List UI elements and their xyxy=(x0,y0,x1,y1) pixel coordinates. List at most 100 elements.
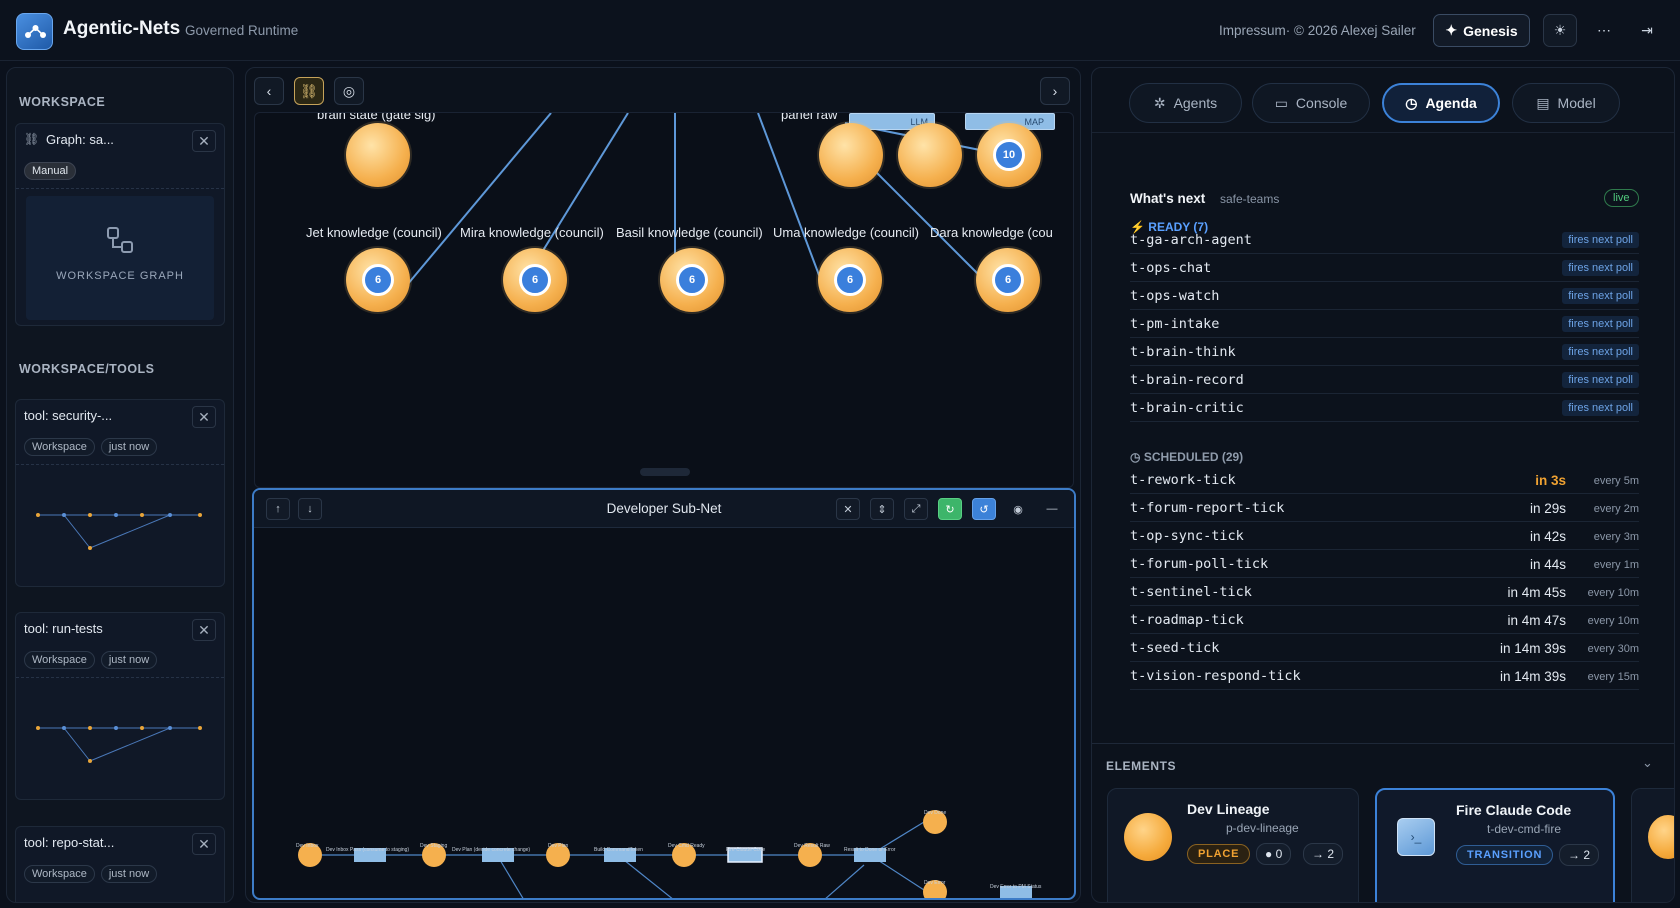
element-name: Fire Claude Code xyxy=(1456,802,1572,818)
fires-badge: fires next poll xyxy=(1562,344,1639,360)
tool-card[interactable]: tool: security-... ✕ Workspace just now xyxy=(15,399,225,587)
agenda-row[interactable]: t-sentinel-tick in 4m 45s every 10m xyxy=(1130,578,1639,606)
impressum-link[interactable]: Impressum· © 2026 Alexej Sailer xyxy=(1219,23,1416,38)
token-count: 6 xyxy=(362,264,394,296)
agenda-row[interactable]: t-forum-report-tick in 29s every 2m xyxy=(1130,494,1639,522)
right-panel: ✲ Agents ▭ Console ◷ Agenda ▤ Model What's n… xyxy=(1091,67,1675,903)
next-fire-time: in 29s xyxy=(1529,501,1566,516)
interval: every 10m xyxy=(1587,587,1639,599)
tab-model[interactable]: ▤ Model xyxy=(1512,83,1620,123)
agenda-row[interactable]: t-seed-tick in 14m 39s every 30m xyxy=(1130,634,1639,662)
agenda-row[interactable]: t-vision-respond-tick in 14m 39s every 15m xyxy=(1130,662,1639,690)
agenda-row[interactable]: t-op-sync-tick in 42s every 3m xyxy=(1130,522,1639,550)
place-node[interactable]: 6 xyxy=(818,248,882,312)
forward-button[interactable]: › xyxy=(1040,77,1070,105)
subnet-mini-graph xyxy=(298,810,1032,898)
graph-card-title: Graph: sa... xyxy=(46,132,114,147)
mini-label: Dev Plan xyxy=(548,843,569,849)
genesis-button[interactable]: ✦ Genesis xyxy=(1433,14,1530,47)
sun-icon: ☀ xyxy=(1553,22,1567,38)
logout-button[interactable]: ⇥ xyxy=(1630,14,1664,47)
place-node[interactable] xyxy=(346,123,410,187)
place-label: panel raw xyxy=(781,112,838,122)
tool-card[interactable]: tool: repo-stat... ✕ Workspace just now xyxy=(15,826,225,902)
interval: every 1m xyxy=(1593,559,1639,571)
place-node[interactable]: 10 xyxy=(977,123,1041,187)
place-node[interactable] xyxy=(898,123,962,187)
agenda-row[interactable]: t-forum-poll-tick in 44s every 1m xyxy=(1130,550,1639,578)
element-id: t-dev-cmd-fire xyxy=(1487,822,1562,836)
transition-name: t-op-sync-tick xyxy=(1130,527,1244,544)
expand-vertical-button[interactable]: ⇕ xyxy=(870,498,894,520)
net-canvas[interactable]: brain state (gate sig) panel raw LLM MAP… xyxy=(254,112,1074,488)
mini-label: Dev Error to PM Status xyxy=(990,884,1042,890)
workspace-graph-label: WORKSPACE GRAPH xyxy=(56,270,184,282)
place-node[interactable]: 6 xyxy=(976,248,1040,312)
workspace-graph-card[interactable]: ⛓ Graph: sa... ✕ Manual WORKSPACE GRAPH xyxy=(15,123,225,326)
mini-label: Dev Done xyxy=(924,810,947,816)
mini-label: Dev Plan (decide concrete change) xyxy=(452,847,531,853)
close-tool-button[interactable]: ✕ xyxy=(192,406,216,428)
agenda-row[interactable]: t-brain-think fires next poll xyxy=(1130,338,1639,366)
maximize-button[interactable]: ⤢ xyxy=(904,498,928,520)
mini-label: Build CommandToken xyxy=(594,847,643,853)
transition-name: t-forum-poll-tick xyxy=(1130,555,1269,572)
reset-button[interactable]: ↺ xyxy=(972,498,996,520)
place-node[interactable]: 6 xyxy=(346,248,410,312)
place-node[interactable] xyxy=(819,123,883,187)
graph-icon: ⛓ xyxy=(300,82,318,99)
agenda-row[interactable]: t-ga-arch-agent fires next poll xyxy=(1130,226,1639,254)
agenda-row[interactable]: t-brain-record fires next poll xyxy=(1130,366,1639,394)
developer-subnet-panel: ↑ ↓ Developer Sub-Net ✕ ⇕ ⤢ ↻ ↺ ◉ — Dev … xyxy=(252,488,1076,900)
workspace-section-title: WORKSPACE xyxy=(19,95,106,109)
close-tool-button[interactable]: ✕ xyxy=(192,833,216,855)
tab-agents[interactable]: ✲ Agents xyxy=(1129,83,1242,123)
close-graph-button[interactable]: ✕ xyxy=(192,130,216,152)
agenda-row[interactable]: t-ops-chat fires next poll xyxy=(1130,254,1639,282)
tab-console[interactable]: ▭ Console xyxy=(1252,83,1370,123)
app-header: Agentic-Nets Governed Runtime Impressum·… xyxy=(0,0,1680,61)
tool-card-title: tool: run-tests xyxy=(24,621,103,636)
compass-button[interactable]: ◎ xyxy=(334,77,364,105)
agents-icon: ✲ xyxy=(1153,94,1166,111)
target-button[interactable]: ◉ xyxy=(1006,498,1030,520)
back-button[interactable]: ‹ xyxy=(254,77,284,105)
subnet-header: ↑ ↓ Developer Sub-Net ✕ ⇕ ⤢ ↻ ↺ ◉ — xyxy=(254,490,1074,528)
kind-badge: TRANSITION xyxy=(1456,845,1554,865)
agenda-row[interactable]: t-roadmap-tick in 4m 47s every 10m xyxy=(1130,606,1639,634)
element-id: p-dev-lineage xyxy=(1226,821,1299,835)
kind-badge: PLACE xyxy=(1187,844,1251,864)
more-menu-button[interactable]: ⋯ xyxy=(1587,14,1621,47)
agenda-row[interactable]: t-pm-intake fires next poll xyxy=(1130,310,1639,338)
app-subtitle: Governed Runtime xyxy=(185,23,299,38)
close-tool-button[interactable]: ✕ xyxy=(192,619,216,641)
transition-name: t-brain-critic xyxy=(1130,399,1244,416)
place-node[interactable]: 6 xyxy=(503,248,567,312)
chevron-down-icon[interactable]: ⌄ xyxy=(1642,755,1653,771)
chevron-left-icon: ‹ xyxy=(266,83,272,99)
token-count: 6 xyxy=(676,264,708,296)
tab-label: Agents xyxy=(1173,95,1218,111)
tool-card[interactable]: tool: run-tests ✕ Workspace just now xyxy=(15,612,225,800)
agenda-row[interactable]: t-rework-tick in 3s every 5m xyxy=(1130,466,1639,494)
auto-refresh-button[interactable]: ↻ xyxy=(938,498,962,520)
minimize-button[interactable]: — xyxy=(1040,498,1064,520)
agenda-row[interactable]: t-ops-watch fires next poll xyxy=(1130,282,1639,310)
agenda-row[interactable]: t-brain-critic fires next poll xyxy=(1130,394,1639,422)
graph-mode-button[interactable]: ⛓ xyxy=(294,77,324,105)
next-fire-time: in 14m 39s xyxy=(1499,641,1566,656)
collapse-button[interactable]: ✕ xyxy=(836,498,860,520)
mini-label: Dev Result Raw xyxy=(794,843,830,849)
tab-agenda[interactable]: ◷ Agenda xyxy=(1382,83,1500,123)
element-card-partial[interactable] xyxy=(1631,788,1674,902)
element-card[interactable]: Dev Lineage p-dev-lineage PLACE ● 0 → 2 xyxy=(1107,788,1359,902)
app-logo[interactable] xyxy=(16,13,53,50)
resize-handle[interactable] xyxy=(640,468,690,476)
more-dots-icon: ⋯ xyxy=(1597,22,1611,38)
transition-name: t-seed-tick xyxy=(1130,639,1220,656)
workspace-graph-preview[interactable]: WORKSPACE GRAPH xyxy=(26,196,214,320)
place-node[interactable]: 6 xyxy=(660,248,724,312)
element-card-selected[interactable]: ›_ Fire Claude Code t-dev-cmd-fire TRANS… xyxy=(1375,788,1615,902)
theme-toggle-button[interactable]: ☀ xyxy=(1543,14,1577,47)
fires-badge: fires next poll xyxy=(1562,260,1639,276)
